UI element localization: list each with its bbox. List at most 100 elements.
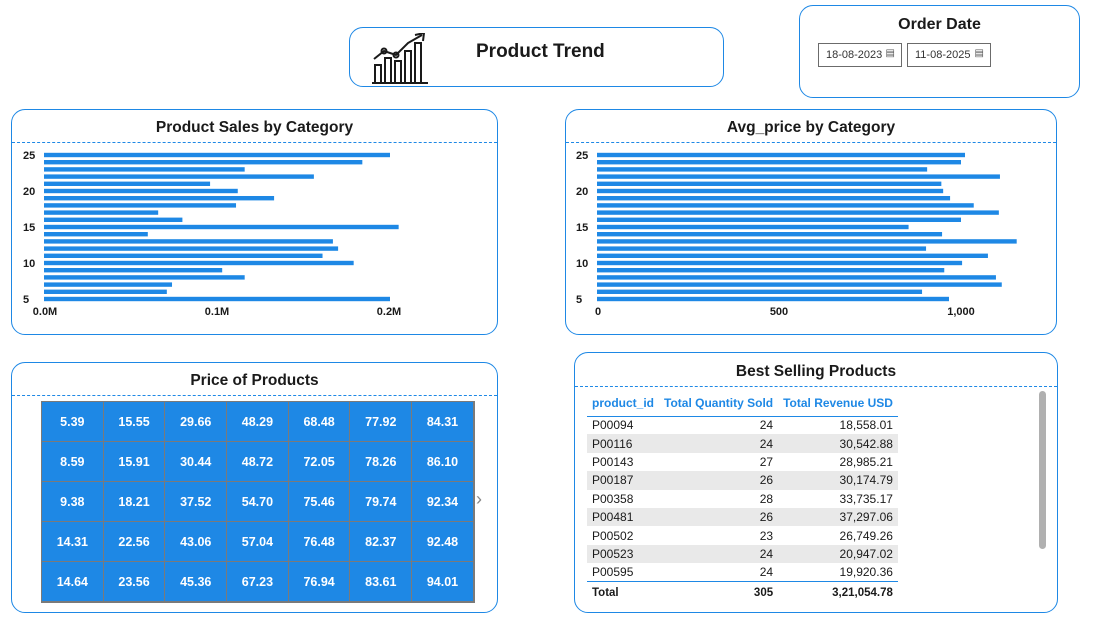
bar <box>597 239 1017 244</box>
price-cell[interactable]: 76.48 <box>288 522 351 562</box>
price-cell[interactable]: 5.39 <box>42 402 104 442</box>
bar <box>44 246 339 251</box>
price-cell[interactable]: 82.37 <box>350 522 413 562</box>
price-cell[interactable]: 23.56 <box>103 562 166 602</box>
bar <box>597 210 999 215</box>
table-row[interactable]: P00502 23 26,749.26 <box>587 526 898 544</box>
price-cell[interactable]: 68.48 <box>288 402 351 442</box>
x-tick-label: 0.2M <box>377 306 401 318</box>
price-cell[interactable]: 84.31 <box>412 402 474 442</box>
bar <box>44 217 183 222</box>
cell-product-id: P00143 <box>592 454 634 469</box>
price-cell[interactable]: 54.70 <box>227 482 289 522</box>
price-cell[interactable]: 92.48 <box>412 522 474 562</box>
bar <box>44 181 211 186</box>
price-cell[interactable]: 8.59 <box>42 442 104 482</box>
bar <box>44 224 399 230</box>
price-cell[interactable]: 29.66 <box>165 402 228 442</box>
price-of-products-matrix: Price of Products 5.39 15.55 29.66 48.29 68.… <box>11 362 498 613</box>
best-selling-table: product_id Total Quantity Sold Total Rev… <box>587 391 898 604</box>
bar <box>44 160 363 165</box>
bar <box>597 167 928 172</box>
table-row[interactable]: P00116 24 30,542.88 <box>587 434 898 453</box>
start-date-input[interactable]: 18-08-2023 ▤ <box>818 43 902 67</box>
price-cell[interactable]: 79.74 <box>350 482 413 522</box>
y-tick-label: 5 <box>23 294 29 306</box>
x-tick-label: 1,000 <box>947 306 975 318</box>
bar <box>597 160 961 165</box>
price-cell[interactable]: 14.64 <box>42 562 104 602</box>
best-selling-products-table: Best Selling Products product_id Total Q… <box>574 352 1058 613</box>
bar <box>44 289 167 294</box>
price-cell[interactable]: 22.56 <box>103 522 166 562</box>
end-date-input[interactable]: 11-08-2025 ▤ <box>907 43 991 67</box>
cell-revenue: 28,985.21 <box>839 454 893 469</box>
calendar-icon[interactable]: ▤ <box>886 48 895 59</box>
end-date-value: 11-08-2025 <box>915 49 971 61</box>
price-cell[interactable]: 75.46 <box>288 482 351 522</box>
y-tick-label: 10 <box>23 258 35 270</box>
matrix-title: Price of Products <box>190 372 319 389</box>
calendar-icon[interactable]: ▤ <box>975 48 984 59</box>
price-cell[interactable]: 86.10 <box>412 442 474 482</box>
table-row[interactable]: P00187 26 30,174.79 <box>587 471 898 490</box>
bar <box>597 268 945 273</box>
title-divider <box>12 395 497 396</box>
price-cell[interactable]: 14.31 <box>42 522 104 562</box>
price-cell[interactable]: 72.05 <box>288 442 351 482</box>
price-cell[interactable]: 83.61 <box>350 562 413 602</box>
bar <box>44 152 390 158</box>
price-cell[interactable]: 67.23 <box>227 562 289 602</box>
bar <box>44 188 238 194</box>
vertical-scrollbar[interactable] <box>1039 391 1046 549</box>
cell-quantity: 24 <box>659 434 779 453</box>
price-cell[interactable]: 92.34 <box>412 482 474 522</box>
y-tick-label: 25 <box>23 150 35 162</box>
price-cell[interactable]: 9.38 <box>42 482 104 522</box>
table-row[interactable]: P00358 28 33,735.17 <box>587 490 898 508</box>
price-cell[interactable]: 30.44 <box>165 442 228 482</box>
price-grid: 5.39 15.55 29.66 48.29 68.48 77.92 84.31 8.59 15… <box>41 401 475 603</box>
price-cell[interactable]: 94.01 <box>412 562 474 602</box>
table-row[interactable]: P00143 27 28,985.21 <box>587 453 898 471</box>
bar <box>597 196 951 201</box>
cell-quantity: 27 <box>759 454 774 469</box>
chevron-right-icon[interactable]: › <box>476 489 482 510</box>
bar <box>44 174 314 179</box>
table-row[interactable]: P00595 24 19,920.36 <box>587 563 898 581</box>
table-row[interactable]: P00481 26 37,297.06 <box>587 507 898 527</box>
price-cell[interactable]: 43.06 <box>165 522 228 562</box>
cell-quantity: 23 <box>759 528 774 543</box>
bar <box>44 196 275 201</box>
price-cell[interactable]: 77.92 <box>350 402 413 442</box>
price-cell[interactable]: 48.72 <box>227 442 289 482</box>
price-cell[interactable]: 48.29 <box>227 402 289 442</box>
price-cell[interactable]: 57.04 <box>227 522 289 562</box>
column-header-quantity[interactable]: Total Quantity Sold <box>659 391 779 417</box>
price-cell[interactable]: 78.26 <box>350 442 413 482</box>
total-row: Total 305 3,21,054.78 <box>587 581 898 604</box>
price-cell[interactable]: 37.52 <box>165 482 228 522</box>
price-cell[interactable]: 15.55 <box>103 402 166 442</box>
sales-by-category-chart: Product Sales by Category 25 20 15 10 5 0.0M 0… <box>11 109 498 335</box>
bar <box>44 203 237 208</box>
cell-quantity: 24 <box>759 418 774 433</box>
price-cell[interactable]: 76.94 <box>288 562 351 602</box>
table-row[interactable]: P00094 24 18,558.01 <box>587 416 898 434</box>
bar <box>44 260 354 266</box>
y-tick-label: 10 <box>576 258 588 270</box>
y-tick-label: 15 <box>23 222 35 234</box>
price-cell[interactable]: 45.36 <box>165 562 228 602</box>
table-row[interactable]: P00523 24 20,947.02 <box>587 544 898 564</box>
price-cell[interactable]: 15.91 <box>103 442 166 482</box>
y-tick-label: 20 <box>576 186 588 198</box>
title-card: Product Trend <box>349 27 724 87</box>
cell-quantity: 26 <box>659 471 779 490</box>
column-header-product-id[interactable]: product_id <box>587 391 659 417</box>
bar <box>597 232 943 237</box>
column-header-revenue[interactable]: Total Revenue USD <box>778 391 898 417</box>
order-date-slicer: Order Date 18-08-2023 ▤ 11-08-2025 ▤ <box>799 5 1080 98</box>
bar <box>597 203 974 208</box>
cell-revenue: 19,920.36 <box>839 565 893 580</box>
price-cell[interactable]: 18.21 <box>103 482 166 522</box>
